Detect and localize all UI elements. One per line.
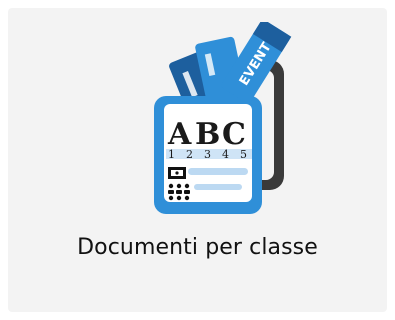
icon-number-3: 3	[204, 148, 211, 161]
icon-number-2: 2	[186, 148, 193, 161]
icon-number-1: 1	[168, 148, 175, 161]
icon-number-5: 5	[240, 148, 247, 161]
class-documents-icon: EVENT A B C 1 2 3 4 5	[144, 22, 296, 214]
tile-label[interactable]: Documenti per classe	[8, 235, 387, 260]
icon-number-4: 4	[222, 148, 229, 161]
icon-letter-b: B	[195, 117, 220, 152]
icon-letter-a: A	[167, 117, 192, 152]
students-icon	[168, 183, 190, 201]
icon-letter-c: C	[222, 117, 246, 152]
class-documents-tile[interactable]: EVENT A B C 1 2 3 4 5 Documenti per clas…	[8, 8, 387, 312]
